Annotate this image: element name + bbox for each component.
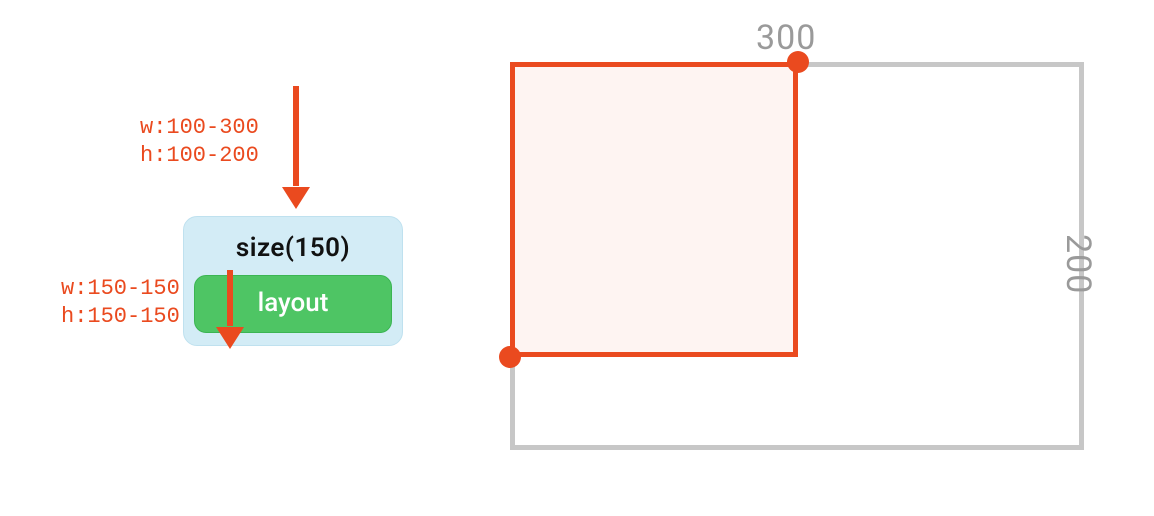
arrow-down-icon xyxy=(227,270,233,326)
outgoing-constraints-label: w:150-150 h:150-150 xyxy=(61,275,180,330)
outgoing-constraints-h: h:150-150 xyxy=(61,303,180,331)
size-node-title: size(150) xyxy=(194,227,392,275)
incoming-constraints-w: w:100-300 xyxy=(140,114,259,142)
corner-dot-icon xyxy=(499,346,521,368)
incoming-constraints-h: h:100-200 xyxy=(140,142,259,170)
max-height-label: 200 xyxy=(1058,234,1098,294)
incoming-constraints-label: w:100-300 h:100-200 xyxy=(140,114,259,169)
actual-size-box xyxy=(510,62,798,357)
max-width-label: 300 xyxy=(756,18,816,58)
outgoing-constraints-w: w:150-150 xyxy=(61,275,180,303)
layout-child-node: layout xyxy=(194,275,392,333)
arrow-down-icon xyxy=(293,86,299,186)
